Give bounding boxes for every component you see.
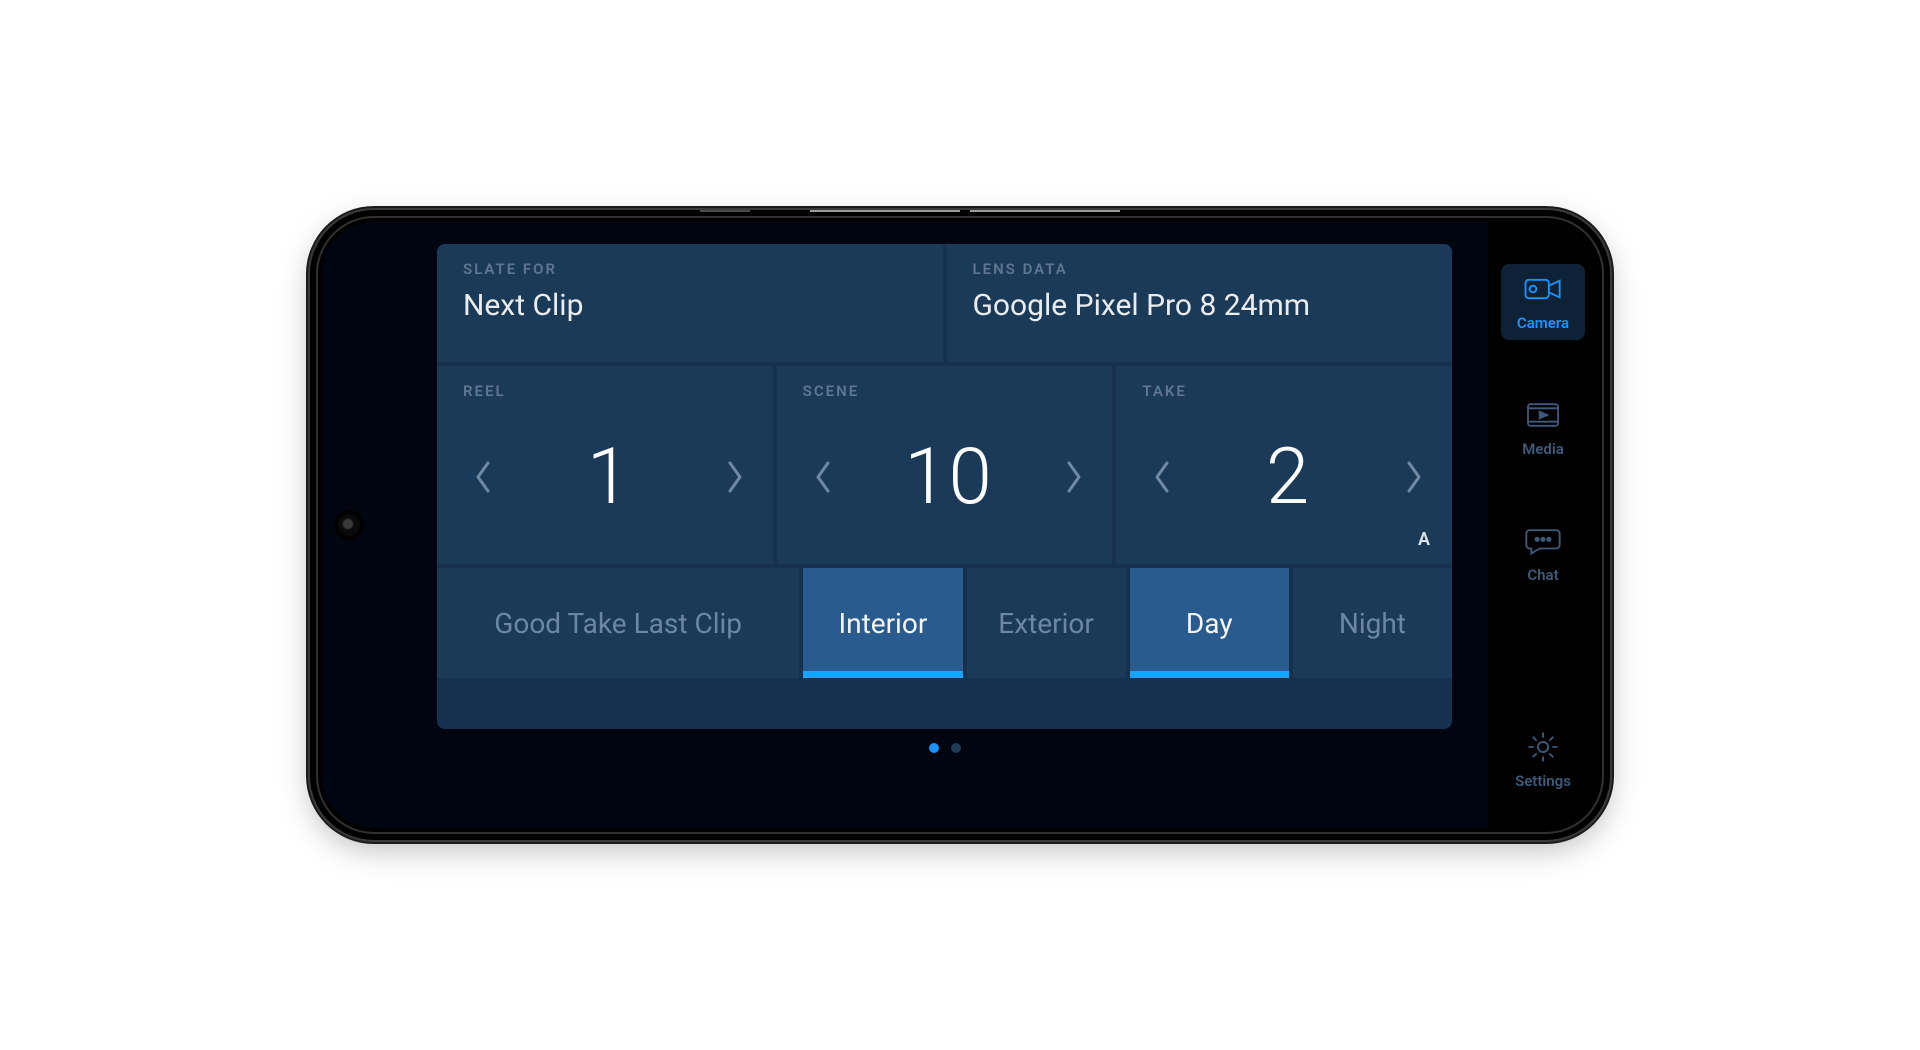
screen: SLATE FOR Next Clip LENS DATA Google Pix… — [322, 222, 1598, 828]
reel-cell: REEL 1 — [437, 366, 773, 564]
page-dot-2[interactable] — [951, 743, 961, 753]
take-sub: A — [1418, 529, 1430, 550]
chat-icon — [1523, 524, 1563, 558]
front-camera — [338, 514, 360, 536]
take-value: 2 — [1266, 432, 1310, 523]
night-button[interactable]: Night — [1293, 568, 1452, 678]
sidebar: Camera Media — [1488, 222, 1598, 828]
phone-volume-down — [970, 210, 1120, 212]
sidebar-label-camera: Camera — [1517, 314, 1569, 332]
sidebar-label-chat: Chat — [1527, 566, 1558, 584]
sidebar-item-media[interactable]: Media — [1501, 390, 1585, 466]
slate-for-value: Next Clip — [463, 288, 917, 323]
interior-button[interactable]: Interior — [803, 568, 962, 678]
reel-label: REEL — [463, 382, 755, 400]
lens-data-label: LENS DATA — [973, 260, 1427, 278]
scene-increment[interactable] — [1054, 457, 1094, 497]
lens-data-value: Google Pixel Pro 8 24mm — [973, 288, 1427, 323]
sidebar-item-camera[interactable]: Camera — [1501, 264, 1585, 340]
sidebar-item-chat[interactable]: Chat — [1501, 516, 1585, 592]
sidebar-label-media: Media — [1522, 440, 1564, 458]
camera-icon — [1523, 272, 1563, 306]
chevron-right-icon — [723, 457, 747, 497]
scene-cell: SCENE 10 — [777, 366, 1113, 564]
scene-value: 10 — [904, 432, 993, 523]
take-decrement[interactable] — [1142, 457, 1182, 497]
gear-icon — [1523, 730, 1563, 764]
reel-increment[interactable] — [715, 457, 755, 497]
reel-value: 1 — [587, 432, 631, 523]
day-button[interactable]: Day — [1130, 568, 1289, 678]
chevron-right-icon — [1062, 457, 1086, 497]
sidebar-label-settings: Settings — [1515, 772, 1571, 790]
chevron-left-icon — [811, 457, 835, 497]
chevron-right-icon — [1402, 457, 1426, 497]
slate-for-label: SLATE FOR — [463, 260, 917, 278]
good-take-button[interactable]: Good Take Last Clip — [437, 568, 799, 678]
chevron-left-icon — [471, 457, 495, 497]
take-increment[interactable] — [1394, 457, 1434, 497]
page-dot-1[interactable] — [929, 743, 939, 753]
exterior-button[interactable]: Exterior — [967, 568, 1126, 678]
scene-label: SCENE — [803, 382, 1095, 400]
take-label: TAKE — [1142, 382, 1434, 400]
scene-decrement[interactable] — [803, 457, 843, 497]
phone-power-button — [700, 210, 750, 212]
take-cell: TAKE 2 A — [1116, 366, 1452, 564]
sidebar-item-settings[interactable]: Settings — [1501, 722, 1585, 798]
lens-data-cell[interactable]: LENS DATA Google Pixel Pro 8 24mm — [947, 244, 1453, 362]
page-indicator — [437, 729, 1452, 753]
chevron-left-icon — [1150, 457, 1174, 497]
slate-for-cell[interactable]: SLATE FOR Next Clip — [437, 244, 943, 362]
slate-panel: SLATE FOR Next Clip LENS DATA Google Pix… — [322, 222, 1488, 828]
reel-decrement[interactable] — [463, 457, 503, 497]
media-icon — [1523, 398, 1563, 432]
phone-frame: SLATE FOR Next Clip LENS DATA Google Pix… — [310, 210, 1610, 840]
phone-volume-up — [810, 210, 960, 212]
